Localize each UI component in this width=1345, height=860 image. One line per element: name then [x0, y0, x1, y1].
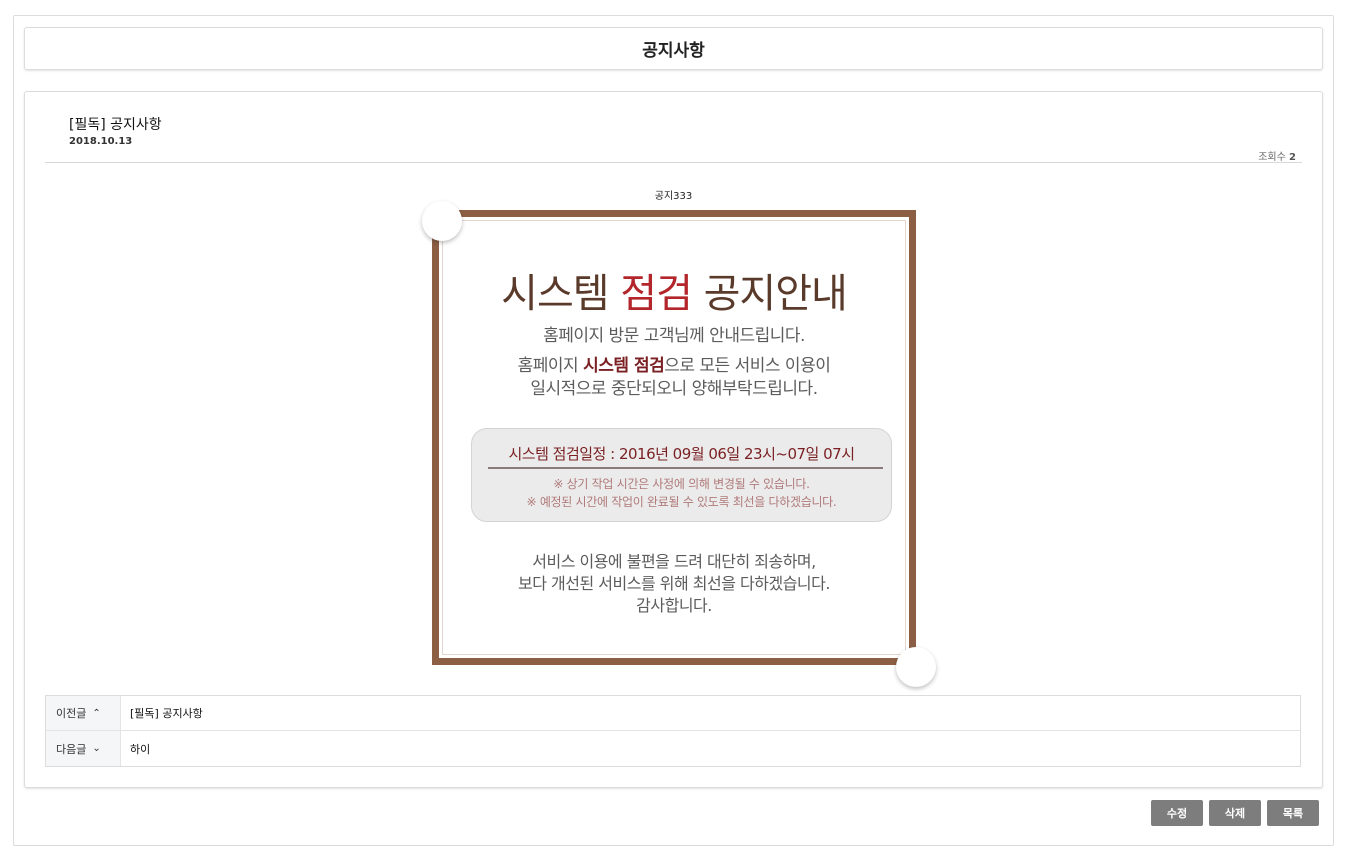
notice-title-part2: 공지안내: [703, 271, 848, 317]
action-buttons: 수정 삭제 목록: [1151, 800, 1319, 826]
next-post-label: 다음글 ⌄: [46, 731, 121, 766]
next-post-row[interactable]: 다음글 ⌄ 하이: [46, 731, 1300, 766]
board-container: 공지사항 [필독] 공지사항 2018.10.13 조회수 2 공지333 시스…: [13, 15, 1334, 846]
notice-line-2: 홈페이지 시스템 점검으로 모든 서비스 이용이: [439, 351, 909, 376]
schedule-box: 시스템 점검일정 : 2016년 09월 06일 23시~07일 07시 ※ 상…: [471, 428, 892, 522]
chevron-up-icon: ⌃: [92, 707, 101, 719]
notice-line-3: 일시적으로 중단되오니 양해부탁드립니다.: [530, 379, 818, 399]
post-title: [필독] 공지사항: [69, 117, 162, 133]
page-title: 공지사항: [24, 27, 1323, 70]
prev-post-row[interactable]: 이전글 ⌃ [필독] 공지사항: [46, 696, 1300, 731]
closing-line-1: 서비스 이용에 불편을 드려 대단히 죄송하며,: [532, 552, 816, 571]
header-divider: [45, 162, 1302, 163]
schedule-note-2: ※ 예정된 시간에 작업이 완료될 수 있도록 최선을 다하겠습니다.: [526, 495, 837, 509]
notice-line-2-suffix: 으로 모든 서비스 이용이: [664, 356, 831, 376]
schedule-note-1: ※ 상기 작업 시간은 사정에 의해 변경될 수 있습니다.: [553, 477, 810, 491]
schedule-title: 시스템 점검일정 : 2016년 09월 06일 23시~07일 07시: [508, 445, 855, 463]
prev-post-label: 이전글 ⌃: [46, 696, 121, 730]
next-post-link[interactable]: 하이: [121, 741, 150, 757]
notice-title-part1: 시스템: [501, 271, 609, 317]
notice-image: 시스템 점검 공지안내 홈페이지 방문 고객님께 안내드립니다. 홈페이지 시스…: [422, 201, 936, 687]
next-post-label-text: 다음글: [56, 742, 87, 756]
page-curl-bottom-right: [896, 647, 936, 687]
notice-title-highlight: 점검: [620, 271, 693, 317]
notice-line-2-bold: 시스템 점검: [583, 356, 665, 376]
notice-line-2-prefix: 홈페이지: [517, 356, 579, 376]
schedule-divider: [488, 467, 883, 469]
notice-frame: 시스템 점검 공지안내 홈페이지 방문 고객님께 안내드립니다. 홈페이지 시스…: [432, 210, 916, 665]
list-button[interactable]: 목록: [1267, 800, 1319, 826]
prev-post-link[interactable]: [필독] 공지사항: [121, 705, 203, 721]
notice-line-1: 홈페이지 방문 고객님께 안내드립니다.: [543, 326, 805, 346]
post-view: [필독] 공지사항 2018.10.13 조회수 2 공지333 시스템 점검 …: [24, 91, 1323, 788]
closing-line-3: 감사합니다.: [636, 596, 712, 615]
view-count: 조회수 2: [1258, 148, 1296, 163]
prev-next-navigation: 이전글 ⌃ [필독] 공지사항 다음글 ⌄ 하이: [45, 695, 1301, 767]
post-body-text: 공지333: [654, 191, 693, 202]
closing-line-2: 보다 개선된 서비스를 위해 최선을 다하겠습니다.: [518, 574, 830, 593]
notice-title: 시스템 점검 공지안내: [439, 261, 909, 319]
delete-button[interactable]: 삭제: [1209, 800, 1261, 826]
prev-post-label-text: 이전글: [56, 707, 87, 720]
edit-button[interactable]: 수정: [1151, 800, 1203, 826]
chevron-down-icon: ⌄: [92, 743, 101, 754]
page-curl-top-left: [422, 201, 462, 241]
post-date: 2018.10.13: [69, 136, 133, 147]
